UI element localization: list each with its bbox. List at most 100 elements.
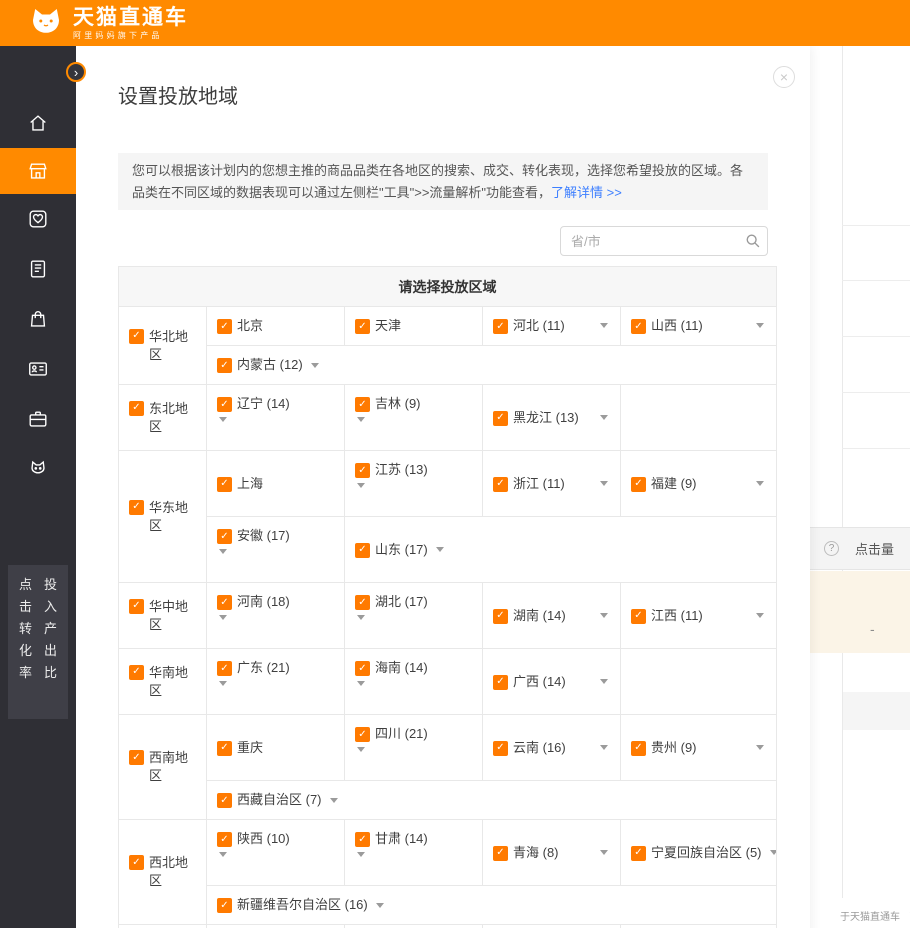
chevron-down-icon[interactable]	[600, 679, 608, 684]
checkbox-checked[interactable]: ✓	[355, 832, 370, 847]
chevron-down-icon[interactable]	[219, 852, 227, 874]
checkbox-checked[interactable]: ✓	[129, 750, 144, 765]
checkbox-checked[interactable]: ✓	[493, 477, 508, 492]
province-cell[interactable]: 澳门	[483, 925, 621, 928]
province-cell[interactable]: ✓辽宁 (14)	[207, 385, 345, 451]
checkbox-checked[interactable]: ✓	[355, 727, 370, 742]
province-cell[interactable]: ✓海南 (14)	[345, 649, 483, 715]
checkbox-checked[interactable]: ✓	[493, 741, 508, 756]
province-cell[interactable]: ✓天津	[345, 307, 483, 346]
province-cell[interactable]: ✓宁夏回族自治区 (5)	[621, 820, 777, 886]
province-cell[interactable]: ✓北京	[207, 307, 345, 346]
checkbox-checked[interactable]: ✓	[493, 609, 508, 624]
region-cell[interactable]: ✓西南地区	[119, 715, 207, 820]
province-cell[interactable]: ✓重庆	[207, 715, 345, 781]
province-cell[interactable]: 台湾	[207, 925, 345, 928]
province-cell[interactable]: ✓新疆维吾尔自治区 (16)	[207, 886, 777, 925]
checkbox-checked[interactable]: ✓	[217, 397, 232, 412]
checkbox-checked[interactable]: ✓	[631, 319, 646, 334]
province-cell[interactable]: ✓上海	[207, 451, 345, 517]
province-cell[interactable]: ✓福建 (9)	[621, 451, 777, 517]
chevron-down-icon[interactable]	[600, 415, 608, 420]
checkbox-checked[interactable]: ✓	[493, 319, 508, 334]
province-cell[interactable]: ✓内蒙古 (12)	[207, 346, 777, 385]
province-cell[interactable]: ✓广西 (14)	[483, 649, 621, 715]
chevron-down-icon[interactable]	[311, 363, 319, 368]
region-cell[interactable]: ✓华北地区	[119, 307, 207, 385]
province-cell[interactable]: ✓江西 (11)	[621, 583, 777, 649]
chevron-down-icon[interactable]	[756, 481, 764, 486]
checkbox-checked[interactable]: ✓	[355, 397, 370, 412]
close-icon[interactable]: ×	[773, 66, 795, 88]
checkbox-checked[interactable]: ✓	[631, 609, 646, 624]
checkbox-checked[interactable]: ✓	[355, 595, 370, 610]
chevron-down-icon[interactable]	[219, 417, 227, 439]
region-cell[interactable]: 其他地区	[119, 925, 207, 928]
province-cell[interactable]: ✓贵州 (9)	[621, 715, 777, 781]
checkbox-checked[interactable]: ✓	[129, 500, 144, 515]
checkbox-checked[interactable]: ✓	[355, 543, 370, 558]
checkbox-checked[interactable]: ✓	[355, 463, 370, 478]
chevron-down-icon[interactable]	[436, 547, 444, 552]
province-cell[interactable]: 国外	[621, 925, 777, 928]
chevron-down-icon[interactable]	[756, 745, 764, 750]
checkbox-checked[interactable]: ✓	[129, 599, 144, 614]
learn-more-link[interactable]: 了解详情 >>	[551, 185, 622, 200]
chevron-down-icon[interactable]	[357, 417, 365, 439]
sidebar-item-campaigns[interactable]	[0, 148, 76, 194]
chevron-down-icon[interactable]	[330, 798, 338, 803]
sidebar-item-account[interactable]	[0, 344, 76, 394]
chevron-down-icon[interactable]	[357, 615, 365, 637]
province-cell[interactable]: ✓青海 (8)	[483, 820, 621, 886]
sidebar-item-reports[interactable]	[0, 244, 76, 294]
checkbox-checked[interactable]: ✓	[631, 477, 646, 492]
chevron-down-icon[interactable]	[770, 850, 777, 855]
chevron-down-icon[interactable]	[219, 681, 227, 703]
province-cell[interactable]: ✓山西 (11)	[621, 307, 777, 346]
sidebar-metrics[interactable]: 点击转化率 投入产出比	[8, 565, 68, 719]
checkbox-checked[interactable]: ✓	[217, 477, 232, 492]
checkbox-checked[interactable]: ✓	[217, 741, 232, 756]
sidebar-item-tools[interactable]	[0, 394, 76, 444]
sidebar-item-favorites[interactable]	[0, 194, 76, 244]
region-cell[interactable]: ✓华中地区	[119, 583, 207, 649]
checkbox-checked[interactable]: ✓	[355, 661, 370, 676]
checkbox-checked[interactable]: ✓	[129, 855, 144, 870]
chevron-down-icon[interactable]	[600, 745, 608, 750]
province-cell[interactable]: ✓黑龙江 (13)	[483, 385, 621, 451]
checkbox-checked[interactable]: ✓	[355, 319, 370, 334]
app-logo[interactable]: 天猫直通车 阿里妈妈旗下产品	[28, 6, 188, 41]
checkbox-checked[interactable]: ✓	[493, 675, 508, 690]
sidebar-item-home[interactable]	[0, 98, 76, 148]
checkbox-checked[interactable]: ✓	[217, 793, 232, 808]
chevron-down-icon[interactable]	[376, 903, 384, 908]
checkbox-checked[interactable]: ✓	[129, 329, 144, 344]
province-cell[interactable]: 香港	[345, 925, 483, 928]
checkbox-checked[interactable]: ✓	[493, 846, 508, 861]
chevron-down-icon[interactable]	[219, 549, 227, 571]
province-cell[interactable]: ✓河北 (11)	[483, 307, 621, 346]
checkbox-checked[interactable]: ✓	[217, 529, 232, 544]
search-icon[interactable]	[744, 232, 761, 254]
checkbox-checked[interactable]: ✓	[493, 411, 508, 426]
chevron-down-icon[interactable]	[756, 323, 764, 328]
province-cell[interactable]: ✓陕西 (10)	[207, 820, 345, 886]
checkbox-checked[interactable]: ✓	[631, 846, 646, 861]
checkbox-checked[interactable]: ✓	[217, 832, 232, 847]
chevron-down-icon[interactable]	[600, 850, 608, 855]
checkbox-checked[interactable]: ✓	[217, 595, 232, 610]
chevron-down-icon[interactable]	[357, 747, 365, 769]
chevron-down-icon[interactable]	[357, 852, 365, 874]
region-cell[interactable]: ✓西北地区	[119, 820, 207, 925]
province-cell[interactable]: ✓广东 (21)	[207, 649, 345, 715]
chevron-down-icon[interactable]	[600, 323, 608, 328]
chevron-down-icon[interactable]	[357, 483, 365, 505]
checkbox-checked[interactable]: ✓	[129, 665, 144, 680]
chevron-down-icon[interactable]	[600, 613, 608, 618]
checkbox-checked[interactable]: ✓	[217, 898, 232, 913]
checkbox-checked[interactable]: ✓	[217, 358, 232, 373]
chevron-down-icon[interactable]	[756, 613, 764, 618]
province-cell[interactable]: ✓江苏 (13)	[345, 451, 483, 517]
province-cell[interactable]: ✓河南 (18)	[207, 583, 345, 649]
checkbox-checked[interactable]: ✓	[631, 741, 646, 756]
